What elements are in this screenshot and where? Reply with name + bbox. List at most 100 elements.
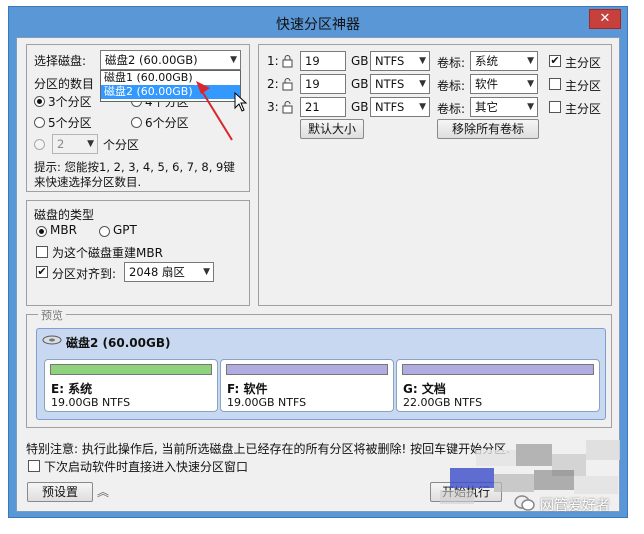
filesystem-value: NTFS	[375, 100, 405, 114]
size-unit-label: GB	[351, 77, 369, 91]
chevron-down-icon: ▼	[419, 79, 426, 89]
rebuild-mbr-checkbox[interactable]	[36, 246, 48, 258]
radio-5-label: 5个分区	[48, 116, 92, 130]
partition-size: 22.00GB NTFS	[403, 396, 483, 409]
preset-button[interactable]: 预设置	[27, 482, 93, 502]
volume-label: 卷标:	[437, 56, 466, 70]
partition-size: 19.00GB NTFS	[227, 396, 307, 409]
preview-disk-name: 磁盘2 (60.00GB)	[66, 336, 171, 350]
custom-count-value: 2	[57, 137, 65, 151]
chevron-down-icon: ▼	[230, 55, 237, 65]
align-combo[interactable]: 2048 扇区 ▼	[124, 262, 214, 282]
radio-6-partitions[interactable]	[131, 117, 142, 128]
radio-6-label: 6个分区	[145, 116, 189, 130]
window-title: 快速分区神器	[276, 17, 360, 33]
partition-count-label: 分区的数目	[34, 77, 95, 91]
radio-gpt[interactable]	[99, 226, 110, 237]
primary-partition-label: 主分区	[565, 102, 602, 116]
partition-row-number: 1:	[267, 54, 279, 68]
custom-count-combo[interactable]: 2 ▼	[52, 134, 98, 154]
rebuild-mbr-label: 为这个磁盘重建MBR	[52, 246, 163, 260]
chevron-down-icon: ▼	[419, 102, 426, 112]
partition-color-bar	[402, 364, 594, 375]
align-label: 分区对齐到:	[52, 267, 117, 281]
volume-combo[interactable]: 系统 ▼	[470, 51, 538, 71]
watermark-text: 网管爱好者	[540, 498, 610, 514]
volume-combo[interactable]: 其它 ▼	[470, 97, 538, 117]
volume-label: 卷标:	[437, 102, 466, 116]
quick-start-label: 下次启动软件时直接进入快速分区窗口	[44, 460, 249, 474]
partition-count-hint: 提示: 您能按1, 2, 3, 4, 5, 6, 7, 8, 9键来快速选择分区…	[34, 160, 235, 189]
warning-text: 特别注意: 执行此操作后, 当前所选磁盘上已经存在的所有分区将被删除! 按回车键…	[26, 442, 510, 456]
radio-custom-partitions[interactable]	[34, 139, 45, 150]
chevron-down-icon: ▼	[203, 267, 210, 277]
volume-label: 卷标:	[437, 79, 466, 93]
volume-combo[interactable]: 软件 ▼	[470, 74, 538, 94]
volume-value: 其它	[475, 100, 498, 114]
filesystem-combo[interactable]: NTFS ▼	[370, 51, 430, 71]
preview-partition[interactable]: F: 软件 19.00GB NTFS	[220, 359, 394, 412]
unlock-icon	[282, 78, 293, 91]
filesystem-combo[interactable]: NTFS ▼	[370, 74, 430, 94]
lock-icon	[282, 55, 293, 68]
filesystem-combo[interactable]: NTFS ▼	[370, 97, 430, 117]
expand-up-icon[interactable]: ︽	[97, 483, 109, 500]
partition-size-value: 21	[305, 100, 320, 114]
primary-partition-checkbox[interactable]	[549, 78, 561, 90]
align-checkbox[interactable]: ✔	[36, 266, 48, 278]
partition-name: F: 软件	[227, 382, 268, 396]
partition-name: G: 文档	[403, 382, 446, 396]
preview-partition[interactable]: E: 系统 19.00GB NTFS	[44, 359, 218, 412]
quick-start-checkbox[interactable]	[28, 460, 40, 472]
size-unit-label: GB	[351, 100, 369, 114]
chevron-down-icon: ▼	[87, 139, 94, 149]
radio-3-partitions[interactable]	[34, 96, 45, 107]
unlock-icon	[282, 101, 293, 114]
remove-all-labels-button[interactable]: 移除所有卷标	[437, 119, 539, 139]
radio-mbr-label: MBR	[50, 223, 77, 237]
primary-partition-checkbox[interactable]	[549, 101, 561, 113]
partition-size-value: 19	[305, 77, 320, 91]
partition-name: E: 系统	[51, 382, 93, 396]
default-size-button[interactable]: 默认大小	[300, 119, 364, 139]
primary-partition-label: 主分区	[565, 56, 602, 70]
primary-partition-label: 主分区	[565, 79, 602, 93]
mouse-cursor-icon	[234, 92, 248, 112]
primary-partition-checkbox[interactable]: ✔	[549, 55, 561, 67]
disk-select-label: 选择磁盘:	[34, 54, 87, 68]
partition-color-bar	[226, 364, 388, 375]
filesystem-value: NTFS	[375, 54, 405, 68]
custom-count-suffix: 个分区	[103, 138, 140, 152]
partition-color-bar	[50, 364, 212, 375]
volume-value: 系统	[475, 54, 498, 68]
disk-type-label: 磁盘的类型	[34, 208, 95, 222]
partition-size-input[interactable]: 19	[300, 74, 346, 94]
partition-size-value: 19	[305, 54, 320, 68]
radio-3-label: 3个分区	[48, 95, 92, 109]
wechat-icon	[514, 495, 535, 511]
preview-partition[interactable]: G: 文档 22.00GB NTFS	[396, 359, 600, 412]
align-value: 2048 扇区	[129, 265, 185, 279]
partition-size-input[interactable]: 21	[300, 97, 346, 117]
radio-5-partitions[interactable]	[34, 117, 45, 128]
filesystem-value: NTFS	[375, 77, 405, 91]
volume-value: 软件	[475, 77, 498, 91]
chevron-down-icon: ▼	[419, 56, 426, 66]
chevron-down-icon: ▼	[527, 56, 534, 66]
disk-select-value: 磁盘2 (60.00GB)	[105, 53, 198, 67]
radio-mbr[interactable]	[36, 226, 47, 237]
size-unit-label: GB	[351, 54, 369, 68]
partition-size-input[interactable]: 19	[300, 51, 346, 71]
chevron-down-icon: ▼	[527, 79, 534, 89]
partition-row-number: 3:	[267, 100, 279, 114]
red-arrow-icon	[196, 81, 233, 141]
close-button[interactable]: ✕	[589, 9, 621, 29]
title-bar: 快速分区神器 ✕	[9, 7, 627, 37]
preview-label: 预览	[38, 307, 66, 323]
partition-size: 19.00GB NTFS	[51, 396, 131, 409]
disk-select-combo[interactable]: 磁盘2 (60.00GB) ▼	[100, 50, 241, 70]
radio-gpt-label: GPT	[113, 223, 137, 237]
chevron-down-icon: ▼	[527, 102, 534, 112]
disk-icon	[42, 335, 62, 345]
partition-row-number: 2:	[267, 77, 279, 91]
